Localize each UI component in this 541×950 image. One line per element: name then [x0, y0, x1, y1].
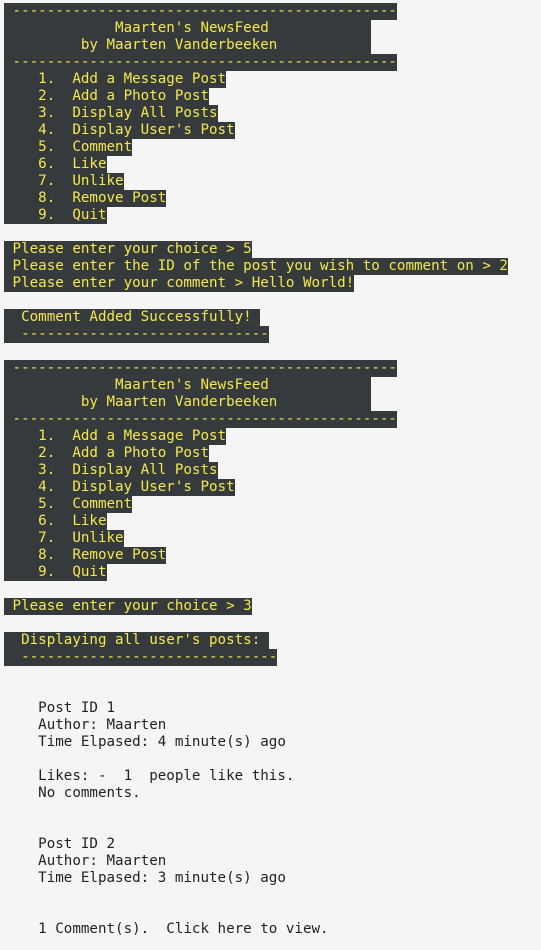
menu-border-top: ----------------------------------------… [4, 3, 397, 20]
menu-item-4: 4. Display User's Post [4, 122, 235, 139]
post-id: Post ID 1 [4, 700, 116, 716]
prompt-post-id: Please enter the ID of the post you wish… [4, 258, 508, 275]
menu-item-5: 5. Comment [4, 496, 133, 513]
post-time: Time Elpased: 4 minute(s) ago [4, 734, 286, 750]
menu-item-7: 7. Unlike [4, 173, 124, 190]
post-likes: Likes: - 1 people like this. [4, 768, 295, 784]
menu-item-8: 8. Remove Post [4, 547, 167, 564]
menu-subtitle: by Maarten Vanderbeeken [4, 37, 372, 54]
menu-title: Maarten's NewsFeed [4, 377, 372, 394]
menu-item-1: 1. Add a Message Post [4, 71, 227, 88]
menu-title: Maarten's NewsFeed [4, 20, 372, 37]
menu-item-2: 2. Add a Photo Post [4, 88, 209, 105]
display-posts-heading: Displaying all user's posts: [4, 632, 269, 649]
post-author: Author: Maarten [4, 717, 167, 733]
prompt-choice-2: Please enter your choice > 3 [4, 598, 252, 615]
menu-item-3: 3. Display All Posts [4, 462, 218, 479]
menu-item-6: 6. Like [4, 513, 107, 530]
prompt-comment: Please enter your comment > Hello World! [4, 275, 355, 292]
menu-subtitle: by Maarten Vanderbeeken [4, 394, 372, 411]
menu-item-2: 2. Add a Photo Post [4, 445, 209, 462]
menu-item-9: 9. Quit [4, 564, 107, 581]
prompt-choice: Please enter your choice > 5 [4, 241, 252, 258]
post-time: Time Elpased: 3 minute(s) ago [4, 870, 286, 886]
menu-item-9: 9. Quit [4, 207, 107, 224]
post-author: Author: Maarten [4, 853, 167, 869]
post-comments-link[interactable]: 1 Comment(s). Click here to view. [4, 921, 328, 938]
menu-item-7: 7. Unlike [4, 530, 124, 547]
menu-item-6: 6. Like [4, 156, 107, 173]
comment-success-message: Comment Added Successfully! [4, 309, 261, 326]
menu-item-5: 5. Comment [4, 139, 133, 156]
menu-border-top: ----------------------------------------… [4, 360, 397, 377]
display-posts-underline: ------------------------------ [4, 649, 278, 666]
post-comments: No comments. [4, 785, 141, 801]
menu-item-8: 8. Remove Post [4, 190, 167, 207]
menu-item-4: 4. Display User's Post [4, 479, 235, 496]
menu-item-3: 3. Display All Posts [4, 105, 218, 122]
post-id: Post ID 2 [4, 836, 116, 852]
menu-item-1: 1. Add a Message Post [4, 428, 227, 445]
menu-border-bottom: ----------------------------------------… [4, 54, 397, 71]
comment-success-underline: ----------------------------- [4, 326, 269, 343]
menu-border-bottom: ----------------------------------------… [4, 411, 397, 428]
